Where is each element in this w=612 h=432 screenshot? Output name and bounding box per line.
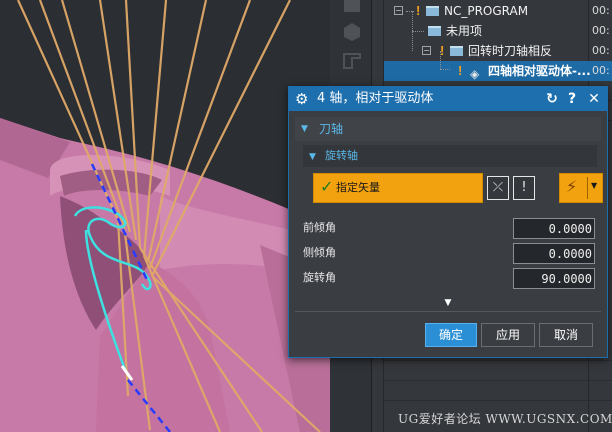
specify-vector-button[interactable]: ✓ 指定矢量 <box>313 173 483 203</box>
tree-connector <box>412 31 424 32</box>
folder-icon <box>426 6 439 16</box>
collapse-icon[interactable]: − <box>394 6 403 15</box>
tree-grid-line <box>384 400 612 401</box>
tree-item-program-group[interactable]: − ! 回转时刀轴相反 00: <box>384 31 612 61</box>
lead-angle-row: 前倾角 <box>303 217 595 239</box>
tree-connector <box>440 51 441 69</box>
ok-button[interactable]: 确定 <box>425 323 477 347</box>
folder-icon <box>428 26 441 36</box>
dropdown-arrow-icon: ▼ <box>591 181 598 190</box>
dropdown-divider <box>587 177 588 199</box>
tree-connector <box>440 69 450 70</box>
inferred-vector-icon: ⚡ <box>566 177 578 196</box>
tilt-angle-row: 侧倾角 <box>303 242 595 264</box>
lead-angle-label: 前倾角 <box>303 221 336 234</box>
section-label: 刀轴 <box>319 122 344 136</box>
reset-icon[interactable]: ↻ <box>543 89 561 109</box>
tree-grid-line <box>384 380 612 381</box>
lead-angle-input[interactable] <box>513 218 595 239</box>
expand-more-icon[interactable]: ▼ <box>295 297 601 309</box>
tree-item-time: 00: <box>592 24 610 37</box>
tree-item-label: 回转时刀轴相反 <box>468 44 553 58</box>
tool-axis-dialog: ⚙ 4 轴，相对于驱动体 ↻ ? ✕ ▼ 刀轴 ▼ 旋转轴 ✓ 指定矢量 ⤫ !… <box>288 86 608 358</box>
rotation-angle-input[interactable] <box>513 268 595 289</box>
tree-item-time: 00: <box>592 44 610 57</box>
cancel-button[interactable]: 取消 <box>539 323 593 347</box>
tree-item-time: 00: <box>592 4 610 17</box>
check-icon: ✓ <box>320 177 334 196</box>
geometry-view-icon[interactable] <box>340 20 364 42</box>
dialog-title: 4 轴，相对于驱动体 <box>317 91 434 106</box>
expand-icon: ▼ <box>309 152 316 162</box>
tree-connector <box>412 31 413 51</box>
rotation-angle-row: 旋转角 <box>303 267 595 289</box>
subsection-rotation-axis[interactable]: ▼ 旋转轴 <box>303 145 597 167</box>
folder-icon <box>450 46 463 56</box>
expand-icon: ▼ <box>301 124 308 134</box>
tree-item-time: 00: <box>592 64 610 77</box>
method-view-icon[interactable] <box>340 50 364 72</box>
operation-icon: ◈ <box>470 67 480 81</box>
collapse-icon[interactable]: − <box>422 46 431 55</box>
rotation-angle-label: 旋转角 <box>303 271 336 284</box>
tree-item-unused[interactable]: 未用项 00: <box>384 11 612 41</box>
specify-vector-label: 指定矢量 <box>336 181 380 194</box>
vector-reverse-icon[interactable]: ! <box>513 176 535 200</box>
tree-item-label: 未用项 <box>446 24 483 38</box>
warning-icon: ! <box>458 63 463 78</box>
subsection-label: 旋转轴 <box>325 149 358 162</box>
dialog-divider <box>295 311 601 312</box>
gear-icon: ⚙ <box>295 90 309 108</box>
tree-item-label: NC_PROGRAM <box>444 4 529 18</box>
tree-item-label: 四轴相对驱动体-... <box>488 64 591 78</box>
tilt-angle-input[interactable] <box>513 243 595 264</box>
help-icon[interactable]: ? <box>563 89 581 109</box>
tree-item-operation-selected[interactable]: ! ◈ 四轴相对驱动体-... 00: <box>384 51 612 81</box>
tilt-angle-label: 侧倾角 <box>303 246 336 259</box>
inferred-vector-dropdown[interactable]: ⚡ ▼ <box>559 173 603 203</box>
apply-button[interactable]: 应用 <box>481 323 535 347</box>
close-icon[interactable]: ✕ <box>585 89 603 109</box>
watermark: UG爱好者论坛 WWW.UGSNX.COM <box>398 412 612 426</box>
tree-grid-line <box>384 360 612 361</box>
warning-icon: ! <box>416 3 421 18</box>
section-tool-axis[interactable]: ▼ 刀轴 <box>295 117 601 141</box>
vector-selection-row: ✓ 指定矢量 ⤫ ! ⚡ ▼ <box>311 171 603 205</box>
machine-tool-icon[interactable] <box>340 0 364 16</box>
tree-connector <box>412 11 413 31</box>
tree-item-nc-program[interactable]: − ! NC_PROGRAM 00: <box>384 1 612 21</box>
dialog-title-bar[interactable]: ⚙ 4 轴，相对于驱动体 ↻ ? ✕ <box>289 87 607 111</box>
vector-dialog-icon[interactable]: ⤫ <box>487 176 509 200</box>
